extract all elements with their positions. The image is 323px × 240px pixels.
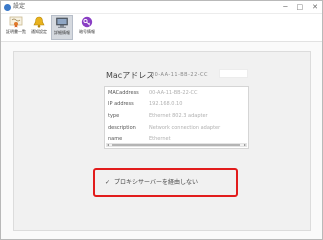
app-icon	[4, 4, 11, 11]
info-key: name	[108, 136, 123, 142]
scroll-right-icon[interactable]: ▸	[244, 143, 246, 147]
settings-window: 設定 ─ □ ✕ 証明書一覧 通知設定 詳細情報 暗号情報 Macアドレス 00…	[0, 0, 323, 240]
maximize-button[interactable]: □	[297, 2, 304, 12]
info-key: IP address	[108, 101, 134, 107]
tool-encryption[interactable]: 暗号情報	[76, 15, 98, 40]
check-icon: ✓	[105, 179, 111, 186]
tool-certificates-label: 証明書一覧	[6, 29, 26, 34]
minimize-button[interactable]: ─	[283, 2, 287, 12]
close-button[interactable]: ✕	[312, 2, 318, 12]
toolbar: 証明書一覧 通知設定 詳細情報 暗号情報	[1, 14, 322, 42]
horizontal-scrollbar[interactable]: ◂ ▸	[106, 143, 247, 147]
info-value: 192.168.0.10	[149, 101, 183, 107]
mac-address-label: Macアドレス	[106, 71, 155, 80]
scrollbar-thumb[interactable]	[112, 144, 240, 146]
tool-notifications-label: 通知設定	[31, 29, 47, 34]
tool-certificates[interactable]: 証明書一覧	[5, 15, 27, 40]
scroll-left-icon[interactable]: ◂	[107, 143, 109, 147]
certificate-icon	[9, 16, 23, 28]
info-value: 00-AA-11-BB-22-CC	[149, 90, 198, 96]
mac-address-value: 00-AA-11-BB-22-CC	[151, 72, 209, 78]
no-proxy-label: プロキシサーバーを経由しない	[114, 179, 198, 186]
info-key: description	[108, 125, 136, 131]
info-value: Ethernet 802.3 adapter	[149, 113, 208, 119]
info-value: Network connection adapter	[149, 125, 221, 131]
info-key: type	[108, 113, 120, 119]
info-value: Ethernet	[149, 136, 171, 142]
mac-address-field[interactable]	[219, 69, 248, 78]
tool-details[interactable]: 詳細情報	[51, 15, 73, 40]
info-key: MACaddress	[108, 90, 139, 96]
key-icon	[81, 16, 93, 28]
window-controls: ─ □ ✕	[283, 2, 318, 12]
tool-notifications[interactable]: 通知設定	[28, 15, 50, 40]
window-title: 設定	[13, 3, 26, 10]
tool-details-label: 詳細情報	[54, 30, 70, 35]
network-info-list[interactable]: MACaddress 00-AA-11-BB-22-CC IP address …	[104, 86, 249, 149]
no-proxy-checkbox[interactable]: ✓ プロキシサーバーを経由しない	[105, 178, 198, 188]
bell-icon	[33, 16, 45, 28]
tool-encryption-label: 暗号情報	[79, 29, 95, 34]
computer-icon	[56, 17, 68, 28]
title-bar: 設定 ─ □ ✕	[1, 1, 322, 14]
